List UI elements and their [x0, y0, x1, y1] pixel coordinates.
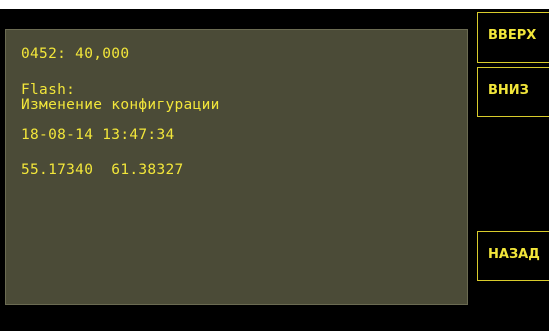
event-description: Изменение конфигурации	[21, 97, 220, 113]
event-source-label: Flash:	[21, 82, 76, 98]
back-button[interactable]: НАЗАД	[477, 231, 549, 281]
down-button[interactable]: ВНИЗ	[477, 67, 549, 117]
coordinates-readout: 55.17340 61.38327	[21, 162, 184, 178]
message-panel: 0452: 40,000 Flash: Изменение конфигурац…	[5, 29, 468, 305]
event-timestamp: 18-08-14 13:47:34	[21, 127, 175, 143]
parameter-value-line: 0452: 40,000	[21, 46, 130, 62]
up-button[interactable]: ВВЕРХ	[477, 12, 549, 63]
device-screen: 0452: 40,000 Flash: Изменение конфигурац…	[0, 9, 549, 331]
